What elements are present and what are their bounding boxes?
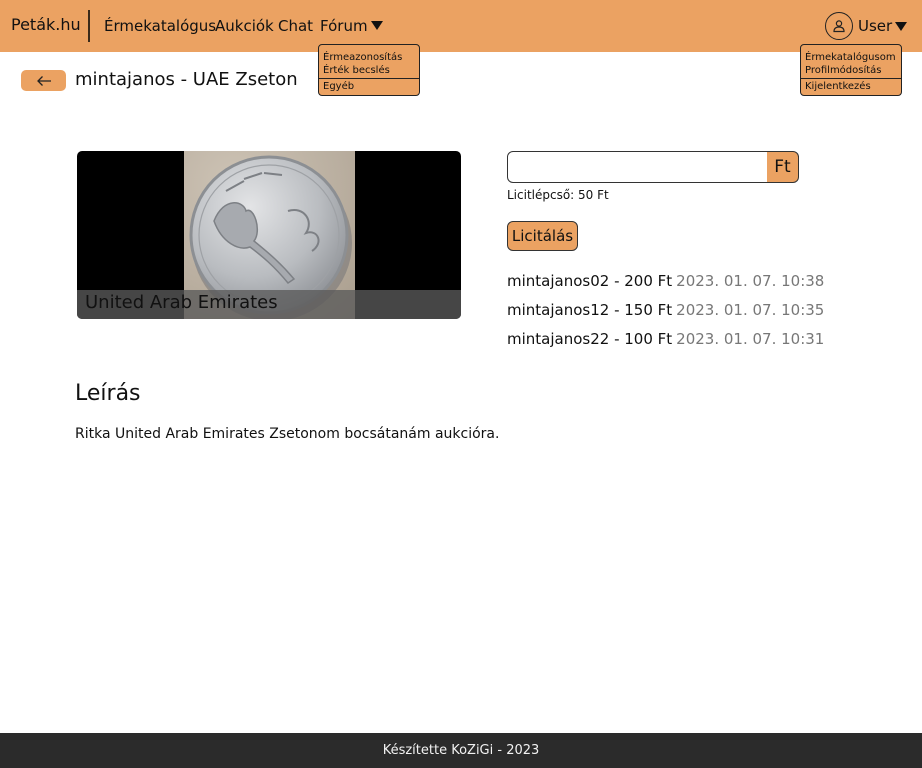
- nav-link-ermekatalogus[interactable]: Érmekatalógus: [104, 17, 216, 35]
- back-button[interactable]: [21, 70, 66, 91]
- bid-amount-input[interactable]: [507, 151, 768, 183]
- nav-link-forum[interactable]: Fórum: [320, 17, 383, 35]
- forum-dropdown: Érmeazonosítás Érték becslés Egyéb: [318, 44, 420, 96]
- user-item-kijelentkezes[interactable]: Kijelentkezés: [801, 80, 901, 93]
- coin-caption: United Arab Emirates: [85, 292, 278, 313]
- nav-divider: [88, 10, 90, 42]
- navbar: Peták.hu Érmekatalógus Aukciók Chat Fóru…: [0, 0, 922, 52]
- user-icon: [825, 12, 853, 40]
- bid-row: mintajanos12 - 150 Ft 2023. 01. 07. 10:35: [507, 301, 824, 330]
- bid-step-text: Licitlépcső: 50 Ft: [507, 188, 609, 202]
- footer-text: Készítette KoZiGi - 2023: [382, 743, 540, 758]
- nav-link-aukciok[interactable]: Aukciók: [215, 17, 274, 35]
- dropdown-divider: [319, 78, 419, 79]
- bid-time: 2023. 01. 07. 10:31: [676, 330, 825, 348]
- bid-row: mintajanos02 - 200 Ft 2023. 01. 07. 10:38: [507, 272, 824, 301]
- arrow-left-icon: [36, 75, 51, 86]
- user-menu-toggle[interactable]: User: [825, 12, 908, 40]
- caret-down-icon: [895, 21, 908, 31]
- caret-down-icon: [370, 21, 383, 30]
- description-heading: Leírás: [75, 381, 141, 406]
- bid-row: mintajanos22 - 100 Ft 2023. 01. 07. 10:31: [507, 330, 824, 359]
- bid-text: mintajanos02 - 200 Ft: [507, 272, 673, 290]
- bid-text: mintajanos22 - 100 Ft: [507, 330, 673, 348]
- bid-text: mintajanos12 - 150 Ft: [507, 301, 673, 319]
- user-item-profilmodositas[interactable]: Profilmódosítás: [801, 64, 901, 77]
- bid-submit-button[interactable]: Licitálás: [507, 221, 578, 251]
- coin-image-card[interactable]: United Arab Emirates: [77, 151, 461, 319]
- nav-link-chat[interactable]: Chat: [278, 17, 313, 35]
- forum-item-ermeazonositas[interactable]: Érmeazonosítás: [319, 51, 419, 64]
- currency-label: Ft: [767, 151, 799, 183]
- brand-link[interactable]: Peták.hu: [11, 15, 81, 34]
- user-dropdown: Érmekatalógusom Profilmódosítás Kijelent…: [800, 44, 902, 96]
- forum-item-egyeb[interactable]: Egyéb: [319, 80, 419, 93]
- user-label: User: [858, 17, 893, 35]
- description-text: Ritka United Arab Emirates Zsetonom bocs…: [75, 426, 500, 442]
- footer: Készítette KoZiGi - 2023: [0, 733, 922, 768]
- dropdown-divider: [801, 78, 901, 79]
- bid-time: 2023. 01. 07. 10:38: [676, 272, 825, 290]
- user-item-ermekatalogusom[interactable]: Érmekatalógusom: [801, 51, 901, 64]
- forum-label: Fórum: [320, 17, 368, 35]
- bid-time: 2023. 01. 07. 10:35: [676, 301, 825, 319]
- bid-list: mintajanos02 - 200 Ft 2023. 01. 07. 10:38…: [507, 272, 824, 359]
- forum-item-ertek-becsles[interactable]: Érték becslés: [319, 64, 419, 77]
- page-title: mintajanos - UAE Zseton: [75, 69, 298, 90]
